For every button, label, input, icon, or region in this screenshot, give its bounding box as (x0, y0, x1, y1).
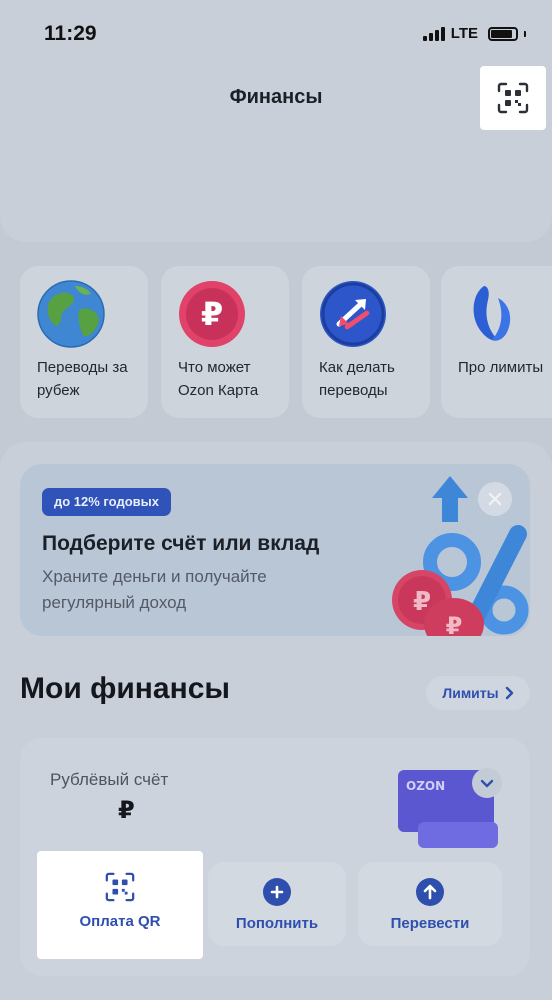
story-label: Как делать переводы (319, 359, 395, 399)
status-bar: 11:29 LTE (0, 0, 552, 66)
arrow-up-icon (416, 878, 444, 906)
plus-icon (263, 878, 291, 906)
story-label: Что может Ozon Карта (178, 359, 259, 399)
status-indicators: LTE (422, 25, 526, 42)
qr-pay-label: Оплата QR (79, 913, 161, 930)
promo-text: Храните деньги и получайте регулярный до… (42, 567, 267, 612)
transfer-arrows-icon (320, 281, 386, 347)
transfer-icon-wrap (416, 878, 444, 906)
qr-pay-button[interactable]: Оплата QR (37, 851, 203, 959)
promo-badge: до 12% годовых (42, 488, 171, 516)
promo-title: Подберите счёт или вклад (42, 532, 320, 555)
chevron-right-icon (505, 686, 513, 700)
stories-carousel[interactable]: Переводы за рубеж ₽ Что может Ozon Карта… (20, 266, 552, 418)
story-label: Про лимиты (458, 359, 544, 376)
story-how-to-transfer[interactable]: Как делать переводы (302, 266, 430, 418)
promo-banner[interactable]: до 12% годовых Подберите счёт или вклад … (20, 464, 530, 636)
card-brand: OZON (406, 779, 445, 793)
limits-button[interactable]: Лимиты (426, 676, 530, 710)
ruble-coin-icon: ₽ (179, 281, 245, 347)
network-label: LTE (450, 25, 478, 42)
story-transfers-abroad[interactable]: Переводы за рубеж (20, 266, 148, 418)
transfer-label: Перевести (390, 915, 470, 932)
qr-pay-icon-wrap (104, 872, 136, 902)
top-up-label: Пополнить (235, 915, 319, 932)
limits-label: Лимиты (442, 685, 499, 701)
svg-text:₽: ₽ (446, 612, 463, 636)
story-ozon-card[interactable]: ₽ Что может Ozon Карта (161, 266, 289, 418)
top-up-button[interactable]: Пополнить (208, 862, 346, 946)
story-about-limits[interactable]: Про лимиты (441, 266, 552, 418)
section-title: Мои финансы (20, 672, 231, 705)
chevron-down-icon (480, 779, 494, 787)
signal-icon (422, 26, 445, 41)
card-dropdown-button[interactable] (472, 768, 502, 798)
close-icon (488, 492, 502, 506)
account-balance: ₽ (118, 797, 135, 824)
qr-scan-icon (497, 82, 529, 114)
limits-icon (473, 286, 511, 341)
page-title: Финансы (229, 86, 323, 108)
account-card[interactable]: Рублёвый счёт ₽ OZON Оплата QR Пополнить… (20, 738, 530, 976)
transfer-button[interactable]: Перевести (358, 862, 502, 946)
status-time: 11:29 (44, 22, 97, 45)
top-up-icon-wrap (263, 878, 291, 906)
qr-scan-button[interactable] (480, 66, 546, 130)
account-name: Рублёвый счёт (50, 770, 169, 789)
story-label: Переводы за рубеж (37, 359, 128, 399)
battery-icon (488, 26, 518, 41)
globe-icon (37, 280, 105, 348)
battery-tip (524, 30, 526, 37)
svg-text:₽: ₽ (201, 295, 223, 333)
promo-close-button[interactable] (478, 482, 512, 516)
qr-scan-icon (105, 872, 135, 902)
